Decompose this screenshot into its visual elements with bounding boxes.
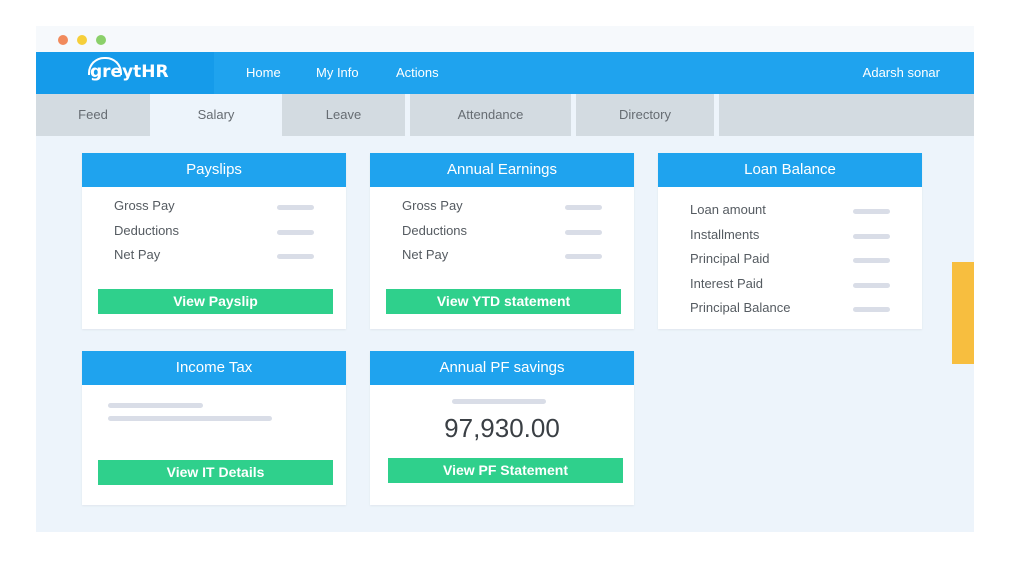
installments-label: Installments bbox=[690, 227, 760, 242]
ytd-gross-pay-label: Gross Pay bbox=[402, 198, 463, 213]
window-titlebar bbox=[36, 26, 974, 52]
loan-balance-title: Loan Balance bbox=[658, 153, 922, 187]
brand-logo: greytHR bbox=[90, 62, 169, 82]
deductions-label: Deductions bbox=[114, 223, 180, 238]
section-tabs: Feed Salary Leave Attendance Directory bbox=[36, 94, 974, 136]
annual-earnings-card: Annual Earnings Gross Pay Deductions Net… bbox=[370, 153, 634, 329]
payslips-card: Payslips Gross Pay Deductions Net Pay Vi… bbox=[82, 153, 346, 329]
top-navigation-bar: greytHR Home My Info Actions Adarsh sona… bbox=[36, 52, 974, 94]
loan-amount-value-placeholder bbox=[853, 209, 890, 214]
ytd-gross-pay-value-placeholder bbox=[565, 205, 602, 210]
user-name-menu[interactable]: Adarsh sonar bbox=[863, 65, 940, 80]
tab-leave[interactable]: Leave bbox=[282, 94, 410, 136]
tab-directory[interactable]: Directory bbox=[576, 94, 719, 136]
principal-paid-label: Principal Paid bbox=[690, 251, 770, 266]
side-scroll-handle[interactable] bbox=[952, 262, 974, 364]
interest-paid-label: Interest Paid bbox=[690, 276, 763, 291]
loan-balance-card: Loan Balance Loan amount Installments Pr… bbox=[658, 153, 922, 329]
installments-value-placeholder bbox=[853, 234, 890, 239]
close-window-button[interactable] bbox=[58, 35, 68, 45]
gross-pay-label: Gross Pay bbox=[114, 198, 175, 213]
ytd-net-pay-value-placeholder bbox=[565, 254, 602, 259]
tab-feed[interactable]: Feed bbox=[36, 94, 155, 136]
income-tax-detail-placeholder bbox=[108, 416, 272, 421]
view-it-details-button[interactable]: View IT Details bbox=[98, 460, 333, 485]
annual-earnings-title: Annual Earnings bbox=[370, 153, 634, 187]
annual-pf-savings-card: Annual PF savings 97,930.00 View PF Stat… bbox=[370, 351, 634, 505]
interest-paid-value-placeholder bbox=[853, 283, 890, 288]
view-pf-statement-button[interactable]: View PF Statement bbox=[388, 458, 623, 483]
ytd-deductions-label: Deductions bbox=[402, 223, 468, 238]
annual-pf-savings-title: Annual PF savings bbox=[370, 351, 634, 385]
tab-salary[interactable]: Salary bbox=[155, 94, 282, 136]
income-tax-card: Income Tax View IT Details bbox=[82, 351, 346, 505]
nav-my-info-link[interactable]: My Info bbox=[316, 65, 359, 80]
tab-attendance[interactable]: Attendance bbox=[410, 94, 576, 136]
maximize-window-button[interactable] bbox=[96, 35, 106, 45]
view-payslip-button[interactable]: View Payslip bbox=[98, 289, 333, 314]
nav-actions-link[interactable]: Actions bbox=[396, 65, 439, 80]
net-pay-label: Net Pay bbox=[114, 247, 161, 262]
income-tax-summary-placeholder bbox=[108, 403, 203, 408]
principal-balance-value-placeholder bbox=[853, 307, 890, 312]
view-ytd-statement-button[interactable]: View YTD statement bbox=[386, 289, 621, 314]
logo-area[interactable]: greytHR bbox=[36, 52, 214, 94]
net-pay-value-placeholder bbox=[277, 254, 314, 259]
payslips-title: Payslips bbox=[82, 153, 346, 187]
loan-amount-label: Loan amount bbox=[690, 202, 766, 217]
ytd-net-pay-label: Net Pay bbox=[402, 247, 449, 262]
pf-savings-amount: 97,930.00 bbox=[444, 413, 560, 443]
pf-label-placeholder bbox=[452, 399, 546, 404]
minimize-window-button[interactable] bbox=[77, 35, 87, 45]
app-window: greytHR Home My Info Actions Adarsh sona… bbox=[36, 26, 974, 532]
principal-balance-label: Principal Balance bbox=[690, 300, 791, 315]
deductions-value-placeholder bbox=[277, 230, 314, 235]
ytd-deductions-value-placeholder bbox=[565, 230, 602, 235]
gross-pay-value-placeholder bbox=[277, 205, 314, 210]
nav-home-link[interactable]: Home bbox=[246, 65, 281, 80]
income-tax-title: Income Tax bbox=[82, 351, 346, 385]
principal-paid-value-placeholder bbox=[853, 258, 890, 263]
